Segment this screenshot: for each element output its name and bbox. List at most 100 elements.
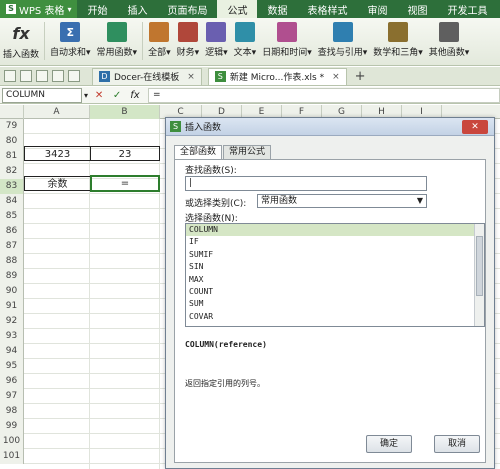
category-select[interactable]: 常用函数 ▼ <box>257 194 427 208</box>
ribbon-button-8[interactable]: 查找与引用▾ <box>315 22 371 58</box>
redo-icon[interactable] <box>68 70 80 82</box>
save-icon[interactable] <box>20 70 32 82</box>
scrollbar-thumb[interactable] <box>476 236 483 296</box>
doc-tab-1[interactable]: S 新建 Micro...作表.xls * × <box>207 67 347 85</box>
search-function-input[interactable]: | <box>185 176 427 191</box>
row-header-101[interactable]: 101 <box>0 449 24 464</box>
menu-tab-7[interactable]: 视图 <box>397 0 437 18</box>
doc-tab-0[interactable]: D Docer-在线模板 × <box>92 67 202 85</box>
row-header-94[interactable]: 94 <box>0 344 24 359</box>
datetime-icon <box>276 22 297 42</box>
ok-button[interactable]: 确定 <box>366 435 412 453</box>
function-description: 返回指定引用的列号。 <box>185 379 265 388</box>
ribbon-button-3[interactable]: 全部▾ <box>145 22 174 58</box>
spreadsheet-icon: S <box>214 71 226 82</box>
cell-a83[interactable]: 余数 <box>24 176 90 191</box>
row-header-95[interactable]: 95 <box>0 359 24 374</box>
row-header-87[interactable]: 87 <box>0 239 24 254</box>
row-header-82[interactable]: 82 <box>0 164 24 179</box>
row-header-91[interactable]: 91 <box>0 299 24 314</box>
column-header-b[interactable]: B <box>90 105 160 119</box>
function-item-column[interactable]: COLUMN <box>186 224 484 237</box>
function-item-max[interactable]: MAX <box>186 274 484 286</box>
ribbon-label: 数学和三角▾ <box>373 48 423 58</box>
ribbon-button-6[interactable]: 文本▾ <box>231 22 260 58</box>
new-tab-icon[interactable]: + <box>355 69 366 84</box>
row-header-99[interactable]: 99 <box>0 419 24 434</box>
close-button[interactable]: ✕ <box>462 120 488 134</box>
cell-a81[interactable]: 3423 <box>24 146 90 161</box>
ribbon-label: 其他函数▾ <box>428 48 470 58</box>
ribbon-button-7[interactable]: 日期和时间▾ <box>259 22 315 58</box>
select-all-corner[interactable] <box>0 105 24 119</box>
function-item-sum[interactable]: SUM <box>186 298 484 310</box>
chevron-down-icon: ▾ <box>67 4 72 14</box>
function-list[interactable]: COLUMN IF SUMIF SIN MAX COUNT SUM COVAR <box>185 223 485 327</box>
menu-tab-2[interactable]: 页面布局 <box>157 0 217 18</box>
close-icon[interactable]: × <box>187 72 195 82</box>
row-header-100[interactable]: 100 <box>0 434 24 449</box>
app-menu-button[interactable]: S WPS 表格 ▾ <box>0 0 78 18</box>
cancel-button[interactable]: 取消 <box>434 435 480 453</box>
ribbon-button-4[interactable]: 财务▾ <box>174 22 203 58</box>
name-box[interactable]: COLUMN <box>2 87 82 103</box>
ribbon-button-10[interactable]: 其他函数▾ <box>426 22 473 58</box>
menu-tab-8[interactable]: 开发工具 <box>437 0 497 18</box>
row-header-97[interactable]: 97 <box>0 389 24 404</box>
row-header-84[interactable]: 84 <box>0 194 24 209</box>
ribbon-label: 常用函数▾ <box>96 48 138 58</box>
row-header-89[interactable]: 89 <box>0 269 24 284</box>
cancel-icon[interactable]: ✕ <box>92 90 106 101</box>
lookup-icon <box>332 22 353 42</box>
menu-tab-6[interactable]: 审阅 <box>357 0 397 18</box>
fx-icon[interactable]: fx <box>128 90 142 101</box>
function-item-sin[interactable]: SIN <box>186 261 484 273</box>
column-header-a[interactable]: A <box>24 105 90 119</box>
row-header-93[interactable]: 93 <box>0 329 24 344</box>
menu-tab-3[interactable]: 公式 <box>217 0 258 18</box>
cell-b83-active[interactable]: = <box>90 175 160 192</box>
undo-icon[interactable] <box>52 70 64 82</box>
formula-input[interactable]: = <box>148 87 500 103</box>
menu-tab-0[interactable]: 开始 <box>77 0 117 18</box>
ribbon-button-1[interactable]: Σ 自动求和▾ <box>47 22 94 58</box>
function-item-count[interactable]: COUNT <box>186 286 484 298</box>
menu-tab-1[interactable]: 插入 <box>117 0 157 18</box>
ribbon-button-2[interactable]: 常用函数▾ <box>94 22 141 58</box>
row-header-90[interactable]: 90 <box>0 284 24 299</box>
cell-b81[interactable]: 23 <box>90 146 160 161</box>
row-header-85[interactable]: 85 <box>0 209 24 224</box>
tab-common-formulas[interactable]: 常用公式 <box>223 145 272 159</box>
docer-icon: D <box>99 71 110 82</box>
row-header-92[interactable]: 92 <box>0 314 24 329</box>
function-syntax: COLUMN(reference) <box>185 340 267 349</box>
tab-all-functions[interactable]: 全部函数 <box>174 145 223 159</box>
row-header-79[interactable]: 79 <box>0 119 24 134</box>
row-header-83[interactable]: 83 <box>0 179 24 194</box>
menu-tab-5[interactable]: 表格样式 <box>297 0 357 18</box>
print-icon[interactable] <box>36 70 48 82</box>
category-label: 或选择类别(C): <box>185 199 247 209</box>
row-header-80[interactable]: 80 <box>0 134 24 149</box>
list-scrollbar[interactable] <box>474 224 484 326</box>
ribbon-button-0[interactable]: fx 插入函数 <box>0 22 42 61</box>
row-header-81[interactable]: 81 <box>0 149 24 164</box>
function-item-covar[interactable]: COVAR <box>186 311 484 323</box>
close-icon[interactable]: × <box>332 72 340 82</box>
function-item-sumif[interactable]: SUMIF <box>186 249 484 261</box>
formula-ribbon: fx 插入函数 Σ 自动求和▾ 常用函数▾ 全部▾ 财务▾ 逻辑▾ 文本▾ 日期和时间▾ 查找与引用… <box>0 18 500 66</box>
doc-tab-label: 新建 Micro...作表.xls * <box>229 73 325 83</box>
row-header-98[interactable]: 98 <box>0 404 24 419</box>
ribbon-button-5[interactable]: 逻辑▾ <box>202 22 231 58</box>
chevron-down-icon[interactable]: ▾ <box>84 91 88 100</box>
finance-icon <box>177 22 198 42</box>
ribbon-button-9[interactable]: 数学和三角▾ <box>370 22 426 58</box>
menu-tab-4[interactable]: 数据 <box>257 0 297 18</box>
row-header-88[interactable]: 88 <box>0 254 24 269</box>
function-item-if[interactable]: IF <box>186 236 484 248</box>
row-header-96[interactable]: 96 <box>0 374 24 389</box>
dialog-title-bar[interactable]: S 插入函数 <box>166 118 494 136</box>
open-icon[interactable] <box>4 70 16 82</box>
confirm-icon[interactable]: ✓ <box>110 90 124 101</box>
row-header-86[interactable]: 86 <box>0 224 24 239</box>
